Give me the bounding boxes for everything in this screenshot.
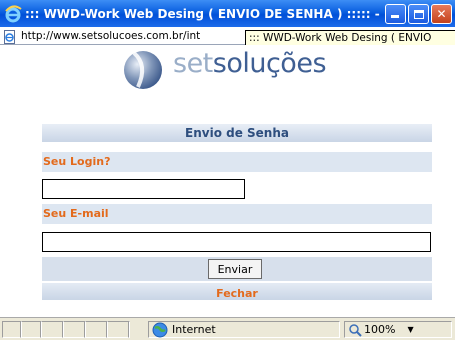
email-input[interactable]	[42, 232, 431, 252]
dropdown-arrow-icon[interactable]: ▼	[407, 325, 413, 334]
logo-mark-icon	[124, 51, 162, 89]
close-icon: ✕	[436, 7, 447, 21]
logo-text-solucoes: soluções	[212, 48, 327, 79]
logo-text: setsoluções	[173, 48, 327, 79]
minimize-button[interactable]	[385, 4, 406, 24]
globe-icon	[152, 322, 168, 337]
security-zone[interactable]: Internet	[152, 321, 216, 338]
status-cell	[84, 321, 86, 338]
page-content: setsoluções Envio de Senha Seu Login? Se…	[0, 45, 455, 317]
close-row: Fechar	[42, 283, 432, 300]
internet-explorer-icon	[4, 4, 22, 23]
status-cell	[106, 321, 108, 338]
maximize-button[interactable]	[408, 4, 429, 24]
logo-text-set: set	[173, 48, 213, 79]
status-bar: Internet 100% ▼	[0, 317, 455, 340]
login-input[interactable]	[42, 179, 245, 199]
logo: setsoluções	[118, 45, 358, 91]
close-window-button[interactable]: ✕	[431, 4, 452, 24]
zoom-level: 100%	[364, 323, 396, 336]
zoom-icon	[349, 323, 362, 337]
window-titlebar[interactable]: ::: WWD-Work Web Desing ( ENVIO DE SENHA…	[0, 0, 455, 27]
email-label: Seu E-mail	[42, 204, 432, 224]
enviar-button[interactable]: Enviar	[208, 259, 262, 279]
maximize-icon	[413, 9, 424, 19]
window-controls: ✕	[385, 4, 452, 24]
form-title: Envio de Senha	[42, 124, 432, 142]
status-cell	[128, 321, 130, 338]
status-cell	[62, 321, 64, 338]
minimize-icon	[391, 15, 399, 18]
login-label: Seu Login?	[42, 152, 432, 172]
zoom-control[interactable]: 100% ▼	[348, 321, 414, 338]
window-title: ::: WWD-Work Web Desing ( ENVIO DE SENHA…	[25, 6, 385, 21]
url-text[interactable]: http://www.setsolucoes.com.br/int	[21, 30, 200, 42]
fechar-link[interactable]: Fechar	[216, 287, 258, 300]
status-cell	[40, 321, 42, 338]
page-icon	[3, 29, 17, 44]
zone-text: Internet	[172, 323, 216, 336]
status-cell	[20, 321, 22, 338]
